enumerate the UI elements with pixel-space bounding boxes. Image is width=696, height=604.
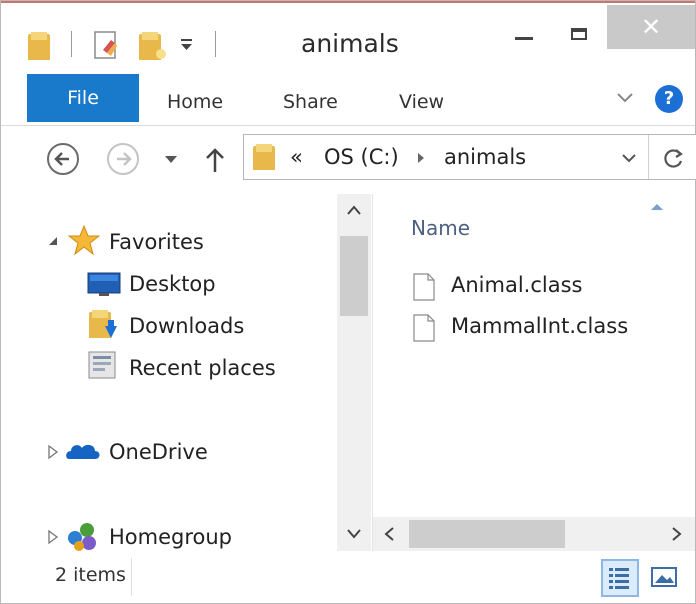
scroll-right-icon[interactable]: [671, 526, 683, 542]
sort-ascending-icon: [651, 204, 663, 210]
address-dropdown-icon[interactable]: [620, 152, 638, 166]
file-icon: [413, 273, 435, 301]
onedrive-icon: [66, 444, 100, 459]
navigation-pane: Favorites Desktop Downloads Recent place…: [1, 194, 336, 551]
back-button[interactable]: [47, 143, 79, 175]
breadcrumb-drive[interactable]: OS (C:): [324, 145, 399, 169]
status-divider: [131, 558, 132, 596]
forward-button[interactable]: [107, 143, 139, 175]
nav-item-favorites[interactable]: Favorites: [109, 225, 204, 259]
scroll-up-icon[interactable]: [346, 204, 362, 216]
refresh-icon[interactable]: [662, 146, 686, 170]
tab-view[interactable]: View: [399, 91, 444, 113]
file-name: Animal.class: [451, 273, 583, 297]
content-horizontal-scrollbar[interactable]: [373, 517, 695, 551]
close-button[interactable]: ✕: [607, 5, 695, 49]
properties-icon[interactable]: [93, 30, 123, 62]
expanded-chevron-icon[interactable]: [47, 235, 59, 247]
column-header-name[interactable]: Name: [411, 216, 470, 240]
new-folder-icon[interactable]: [137, 30, 167, 62]
breadcrumb-folder[interactable]: animals: [444, 145, 526, 169]
close-icon: ✕: [640, 13, 662, 41]
details-view-button[interactable]: [601, 559, 639, 597]
downloads-icon: [89, 310, 117, 338]
star-icon: [67, 224, 101, 256]
explorer-window: animals ✕ Home Share View File ? « OS (C…: [0, 0, 696, 604]
folder-icon: [253, 144, 275, 170]
status-bar: 2 items: [1, 552, 695, 603]
title-bar: animals ✕: [1, 3, 695, 73]
breadcrumb-overflow[interactable]: «: [290, 145, 303, 169]
toolbar-separator: [215, 31, 216, 57]
maximize-icon: [571, 28, 587, 40]
file-icon: [413, 314, 435, 342]
breadcrumb-chevron-icon[interactable]: [416, 152, 426, 164]
address-bar[interactable]: « OS (C:) animals: [243, 134, 696, 180]
scroll-left-icon[interactable]: [383, 526, 395, 542]
file-name: MammalInt.class: [451, 314, 629, 338]
recent-locations-icon[interactable]: [163, 154, 179, 166]
navigation-pane-scrollbar[interactable]: [337, 194, 371, 551]
large-icons-view-button[interactable]: [647, 559, 685, 597]
minimize-icon: [515, 37, 533, 40]
maximize-button[interactable]: [551, 5, 607, 49]
tab-share[interactable]: Share: [283, 91, 338, 113]
scrollbar-thumb[interactable]: [409, 520, 565, 548]
expand-ribbon-icon[interactable]: [615, 91, 635, 105]
nav-item-desktop[interactable]: Desktop: [129, 267, 216, 301]
nav-item-downloads[interactable]: Downloads: [129, 309, 244, 343]
collapsed-chevron-icon[interactable]: [47, 445, 59, 459]
recent-places-icon: [88, 351, 116, 379]
folder-icon[interactable]: [27, 30, 53, 62]
forward-arrow-icon: [117, 152, 132, 166]
details-view-icon: [609, 568, 629, 589]
window-title: animals: [301, 29, 399, 58]
item-count: 2 items: [55, 564, 126, 586]
back-arrow-icon: [54, 152, 69, 166]
address-divider: [648, 135, 649, 179]
scroll-down-icon[interactable]: [346, 528, 362, 540]
homegroup-icon: [68, 523, 96, 551]
customize-qa-dropdown-icon[interactable]: [179, 37, 195, 53]
tab-file[interactable]: File: [27, 74, 139, 122]
minimize-button[interactable]: [495, 5, 551, 49]
scrollbar-thumb[interactable]: [340, 236, 368, 316]
desktop-icon: [87, 272, 121, 296]
nav-item-recent-places[interactable]: Recent places: [129, 351, 276, 385]
up-arrow-icon[interactable]: [203, 146, 227, 174]
tab-home[interactable]: Home: [167, 91, 223, 113]
toolbar-separator: [71, 31, 72, 57]
large-icons-view-icon: [651, 567, 677, 587]
collapsed-chevron-icon[interactable]: [47, 530, 59, 544]
pane-divider: [372, 194, 373, 551]
help-icon[interactable]: ?: [655, 85, 683, 113]
nav-item-homegroup[interactable]: Homegroup: [109, 520, 232, 554]
nav-item-onedrive[interactable]: OneDrive: [109, 435, 208, 469]
